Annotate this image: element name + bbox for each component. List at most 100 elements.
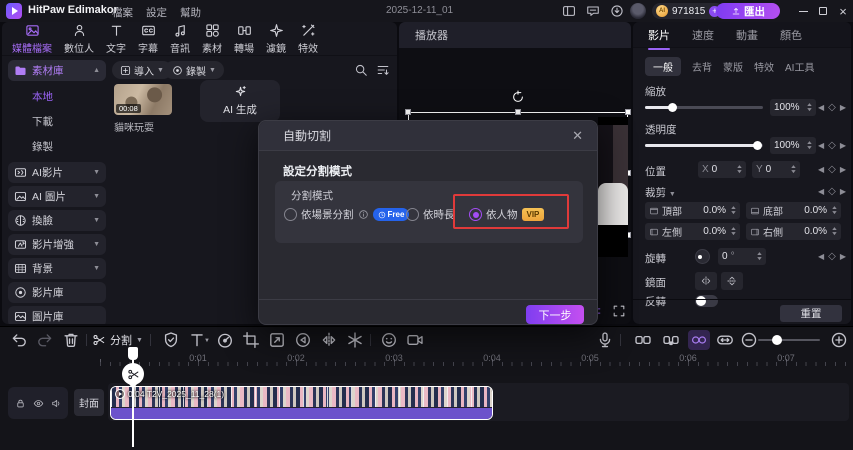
keyframe-controls[interactable]: ◀ ◇ ▶ — [818, 251, 846, 262]
layout-icon[interactable] — [562, 4, 576, 18]
timeline-zoom-slider[interactable] — [758, 335, 820, 345]
stepper[interactable]: ▲ ▼ — [831, 226, 838, 237]
ai-generate-card[interactable]: AI 生成 — [200, 80, 280, 122]
lock-icon[interactable] — [15, 398, 26, 409]
selection-handle[interactable] — [405, 109, 411, 115]
stepper[interactable]: ▲ ▼ — [730, 205, 737, 216]
sidebar-item-video-library[interactable]: 影片庫 — [8, 282, 106, 303]
next-step-button[interactable]: 下一步 — [526, 305, 584, 324]
keyframe-controls[interactable]: ◀ ◇ ▶ — [818, 140, 846, 151]
split-link-button[interactable] — [662, 331, 680, 349]
tab-digital-human[interactable]: 數位人 — [58, 23, 100, 55]
reverse-toggle[interactable] — [695, 295, 718, 307]
keyframe-controls[interactable]: ◀ ◇ ▶ — [818, 186, 846, 197]
mirror-button[interactable] — [320, 331, 338, 349]
freeze-frame-button[interactable] — [346, 331, 364, 349]
radio-icon[interactable] — [406, 208, 419, 221]
stepper[interactable]: ▲ ▼ — [806, 102, 813, 113]
rotate-handle-icon[interactable] — [511, 90, 525, 104]
tab-media-files[interactable]: 媒體檔案 — [6, 23, 58, 55]
opacity-slider[interactable] — [645, 141, 763, 150]
mute-icon[interactable] — [51, 398, 62, 409]
subtab-ai-tools[interactable]: AI工具 — [785, 59, 814, 74]
tab-elements[interactable]: 素材 — [196, 23, 228, 55]
credits-badge[interactable]: AI 971815 + — [652, 3, 725, 19]
opacity-value[interactable]: 100% ▲ ▼ — [770, 137, 816, 154]
tab-speed[interactable]: 速度 — [692, 27, 714, 43]
crop-left-field[interactable]: 左側 0.0% ▲ ▼ — [645, 223, 740, 240]
selection-handle[interactable] — [515, 109, 521, 115]
dialog-close-icon[interactable]: ✕ — [572, 128, 583, 144]
crop-right-field[interactable]: 右側 0.0% ▲ ▼ — [746, 223, 841, 240]
user-avatar[interactable] — [630, 3, 646, 19]
download-icon[interactable] — [610, 4, 624, 18]
keyframe-controls[interactable]: ◀ ◇ ▶ — [818, 102, 846, 113]
reverse-play-button[interactable] — [294, 331, 312, 349]
undo-button[interactable] — [10, 331, 28, 349]
tab-color[interactable]: 顏色 — [780, 27, 802, 43]
maximize-button[interactable] — [813, 0, 833, 22]
option-split-by-duration[interactable]: 依時長 — [406, 207, 455, 222]
stepper[interactable]: ▲ ▼ — [831, 205, 838, 216]
record-button[interactable]: 錄製 ▼ — [164, 61, 224, 79]
tab-filters[interactable]: 濾鏡 — [260, 23, 292, 55]
scale-value[interactable]: 100% ▲ ▼ — [770, 99, 816, 116]
stepper[interactable]: ▲ ▼ — [730, 226, 737, 237]
zoom-out-button[interactable] — [740, 331, 758, 349]
stepper[interactable]: ▲ ▼ — [806, 140, 813, 151]
media-thumbnail-cat[interactable]: 00:08 — [114, 84, 172, 115]
redo-button[interactable] — [36, 331, 54, 349]
export-button[interactable]: 匯出 — [716, 3, 780, 19]
stepper[interactable]: ▲ ▼ — [790, 164, 797, 175]
sidebar-item-local[interactable]: 本地 — [32, 89, 53, 104]
cover-button[interactable]: 封面 — [74, 389, 104, 416]
fullscreen-icon[interactable] — [612, 304, 626, 318]
slider-knob[interactable] — [753, 141, 762, 150]
zoom-slider-knob[interactable] — [772, 335, 782, 345]
selection-handle[interactable] — [625, 109, 631, 115]
rotate-value[interactable]: 0 ° ▲ ▼ — [718, 248, 766, 265]
subtab-remove-bg[interactable]: 去背 — [692, 59, 712, 74]
crop-bottom-field[interactable]: 底部 0.0% ▲ ▼ — [746, 202, 841, 219]
sidebar-item-background[interactable]: 背景 ▼ — [8, 258, 106, 279]
close-button[interactable]: × — [833, 0, 853, 22]
menu-settings[interactable]: 設定 — [146, 5, 167, 20]
menu-help[interactable]: 幫助 — [180, 5, 201, 20]
slider-knob[interactable] — [668, 103, 677, 112]
split-cursor-bubble[interactable] — [122, 363, 144, 389]
rotate-dial[interactable] — [695, 249, 710, 264]
tab-subtitles[interactable]: 字幕 — [132, 23, 164, 55]
flip-vertical-button[interactable] — [721, 272, 743, 290]
import-button[interactable]: 導入 ▼ — [112, 61, 172, 79]
sidebar-item-record[interactable]: 錄製 — [32, 139, 53, 154]
subtab-general[interactable]: 一般 — [645, 56, 681, 76]
sort-icon[interactable] — [376, 63, 390, 77]
export-frame-button[interactable] — [406, 331, 424, 349]
tab-transitions[interactable]: 轉場 — [228, 23, 260, 55]
playhead-handle[interactable] — [128, 347, 138, 360]
crop-label[interactable]: 裁剪 ▼ — [645, 185, 676, 200]
sidebar-item-library[interactable]: 素材庫 ▲ — [8, 60, 106, 81]
stepper[interactable]: ▲ ▼ — [756, 251, 763, 262]
minimize-button[interactable] — [793, 0, 813, 22]
sidebar-item-download[interactable]: 下載 — [32, 114, 53, 129]
option-split-by-scene[interactable]: 依場景分割 Free — [284, 207, 410, 222]
tab-video[interactable]: 影片 — [648, 27, 670, 50]
tab-text[interactable]: 文字 — [100, 23, 132, 55]
sidebar-item-face-swap[interactable]: 換臉 ▼ — [8, 210, 106, 231]
delete-button[interactable] — [62, 331, 80, 349]
reset-button[interactable]: 重置 — [780, 305, 842, 322]
keyframe-controls[interactable]: ◀ ◇ ▶ — [818, 164, 846, 175]
tab-audio[interactable]: 音訊 — [164, 23, 196, 55]
flip-horizontal-button[interactable] — [695, 272, 717, 290]
sidebar-item-ai-video[interactable]: AI影片 ▼ — [8, 162, 106, 183]
tab-effects[interactable]: 特效 — [292, 23, 324, 55]
video-clip[interactable]: 0:04 T2V_2025_11_28(1) — [110, 386, 493, 420]
search-icon[interactable] — [354, 63, 368, 77]
position-y-field[interactable]: Y0 ▲ ▼ — [752, 161, 800, 178]
voiceover-mic-button[interactable] — [596, 331, 614, 349]
auto-attach-button[interactable] — [688, 330, 710, 350]
radio-icon[interactable] — [284, 208, 297, 221]
scale-slider[interactable] — [645, 103, 763, 112]
feedback-icon[interactable] — [586, 4, 600, 18]
